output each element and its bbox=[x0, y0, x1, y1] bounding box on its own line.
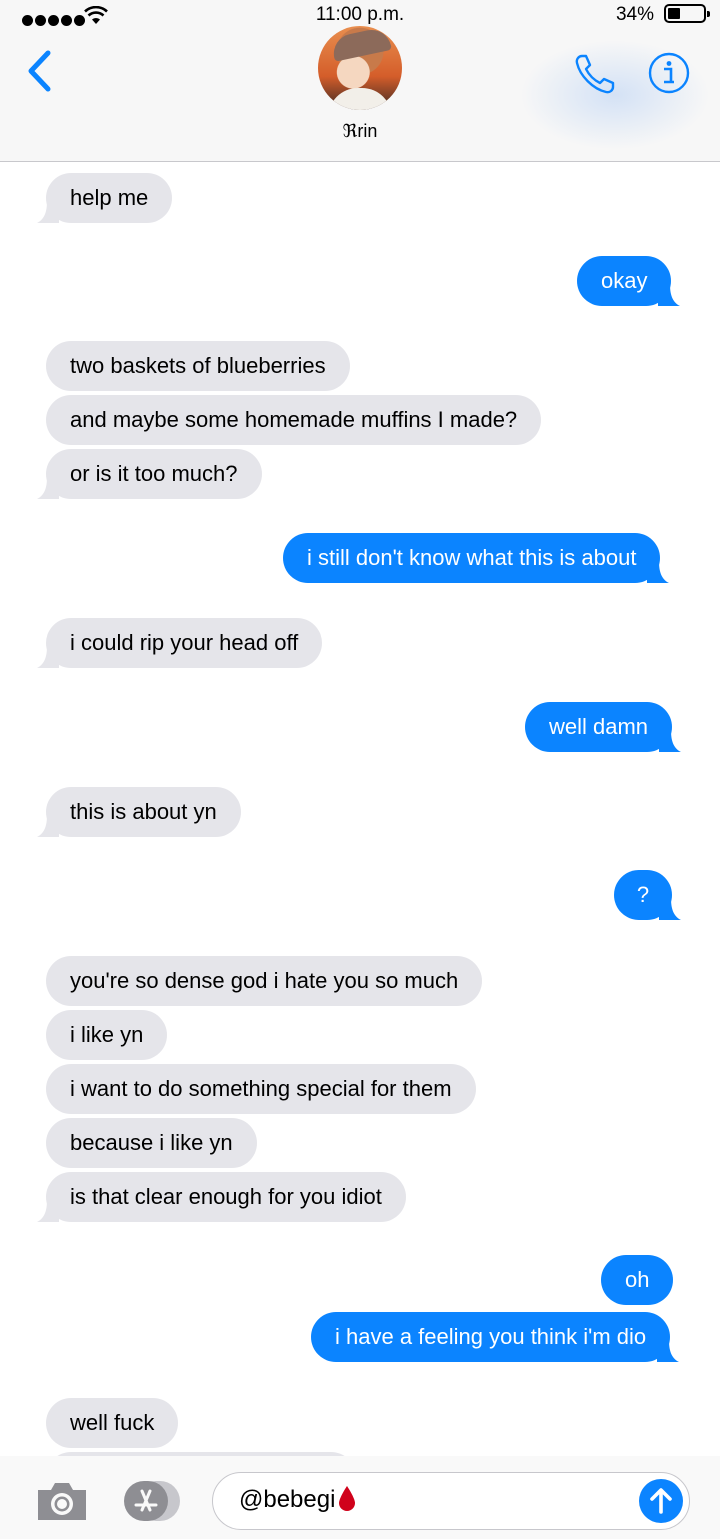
battery-icon bbox=[664, 4, 710, 23]
app-store-icon[interactable] bbox=[122, 1480, 182, 1522]
conversation-header: 11:00 p.m. 34% ℜrin bbox=[0, 0, 720, 162]
camera-icon[interactable] bbox=[36, 1480, 88, 1522]
received-message[interactable]: you're so dense god i hate you so much bbox=[46, 956, 483, 1006]
send-button[interactable] bbox=[639, 1479, 683, 1523]
received-message[interactable]: or is it too much? bbox=[37, 449, 262, 499]
sent-message[interactable]: i have a feeling you think i'm dio bbox=[311, 1312, 680, 1362]
message-input-text[interactable]: @bebegi bbox=[239, 1485, 356, 1514]
sent-message[interactable]: i still don't know what this is about bbox=[283, 533, 670, 583]
clock: 11:00 p.m. bbox=[315, 4, 405, 25]
received-message[interactable]: two baskets of blueberries bbox=[46, 341, 350, 391]
received-message[interactable]: this is about yn bbox=[37, 787, 241, 837]
arrow-up-icon bbox=[650, 1488, 672, 1514]
contact-avatar[interactable] bbox=[318, 26, 402, 110]
battery-percentage: 34% bbox=[615, 4, 654, 25]
sent-message[interactable]: ? bbox=[614, 870, 681, 920]
message-input[interactable]: @bebegi bbox=[212, 1472, 690, 1530]
contact-name[interactable]: ℜrin bbox=[0, 121, 720, 142]
phone-icon[interactable] bbox=[573, 52, 617, 96]
received-message[interactable]: because i like yn bbox=[46, 1118, 257, 1168]
received-message[interactable]: i like yn bbox=[46, 1010, 168, 1060]
received-message[interactable]: help me bbox=[37, 173, 173, 223]
blood-drop-icon bbox=[339, 1486, 356, 1511]
received-message[interactable]: well fuck bbox=[46, 1398, 179, 1448]
info-icon[interactable] bbox=[648, 52, 690, 94]
compose-bar: @bebegi bbox=[0, 1456, 720, 1539]
received-message[interactable]: and maybe some homemade muffins I made? bbox=[46, 395, 542, 445]
sent-message[interactable]: okay bbox=[577, 256, 681, 306]
received-message[interactable]: is that clear enough for you idiot bbox=[37, 1172, 406, 1222]
sent-message[interactable]: well damn bbox=[525, 702, 682, 752]
sent-message[interactable]: oh bbox=[601, 1255, 674, 1305]
received-message[interactable]: i want to do something special for them bbox=[46, 1064, 476, 1114]
received-message[interactable]: i could rip your head off bbox=[37, 618, 323, 668]
back-chevron-icon[interactable] bbox=[22, 48, 56, 94]
